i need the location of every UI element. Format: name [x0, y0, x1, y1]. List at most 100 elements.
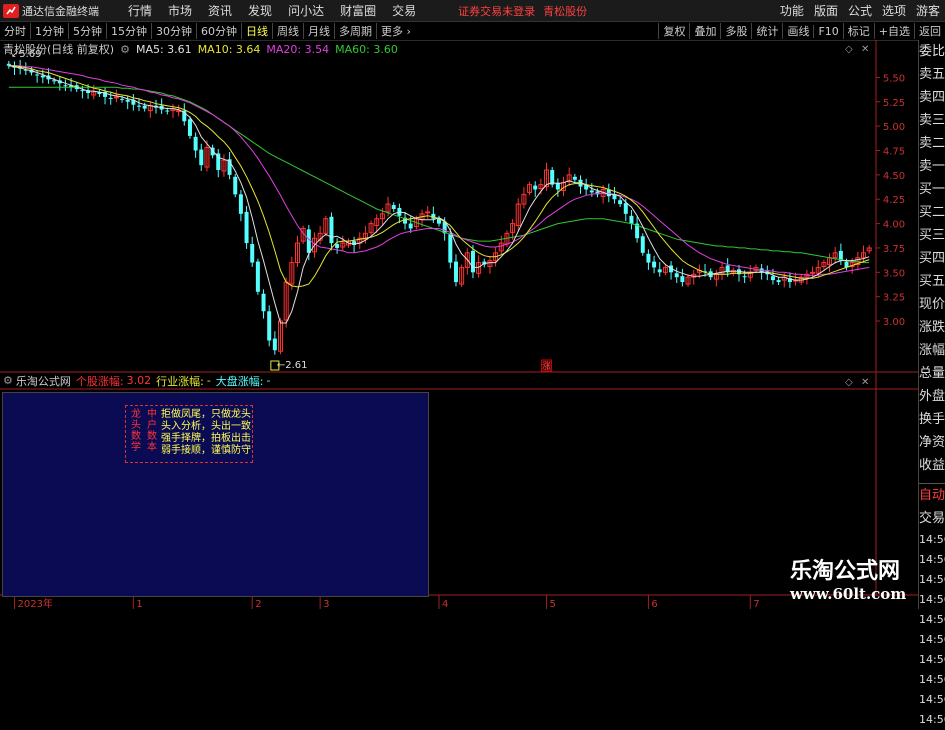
tool-stats-button[interactable]: 统计: [751, 23, 782, 39]
banner-col-a: 龙头 数学: [129, 409, 143, 453]
menu-layout[interactable]: 版面: [809, 2, 843, 19]
quote-field-15: 外盘: [919, 389, 945, 404]
candle-down: [618, 200, 623, 205]
tick-times: 14:56 14:56 14:56 14:56 14:56 14:56 14:56 14:56…: [919, 530, 945, 730]
period-5min[interactable]: 5分钟: [68, 23, 106, 39]
candle-down: [120, 98, 125, 100]
tool-draw-button[interactable]: 画线: [782, 23, 813, 39]
tool-adjust-button[interactable]: 复权: [658, 23, 689, 39]
tick-time-4: 14:56: [919, 613, 945, 626]
banner-line-1: 拒做凤尾，只做龙头: [161, 409, 251, 420]
tick-time-0: 14:56: [919, 533, 945, 546]
quote-field-5: 卖一: [919, 159, 945, 174]
tick-time-7: 14:56: [919, 673, 945, 686]
candle-down: [533, 185, 538, 190]
banner-col-a-1: 龙头: [131, 409, 141, 431]
banner-lines: 拒做凤尾，只做龙头 头入分析，头出一致 强手择牌，拍板出击 弱手接顺，谨慎防守: [161, 409, 251, 457]
tool-back-button[interactable]: 返回: [914, 23, 945, 39]
quote-field-9: 买四: [919, 251, 945, 266]
tool-mark-button[interactable]: 标记: [842, 23, 874, 39]
tab-trade[interactable]: 交易: [919, 507, 945, 530]
quote-field-10: 买五: [919, 274, 945, 289]
candle-up: [810, 271, 816, 274]
ma20-value: MA20: 3.54: [266, 42, 330, 56]
period-15min[interactable]: 15分钟: [106, 23, 151, 39]
candle-down: [640, 236, 645, 253]
y-tick-label: 4.25: [883, 195, 905, 206]
menu-item-discover[interactable]: 发现: [240, 2, 280, 19]
min-price-label: ←2.61: [277, 360, 308, 371]
tick-time-6: 14:56: [919, 653, 945, 666]
y-tick-label: 5.25: [883, 98, 905, 109]
tool-multi-stock-button[interactable]: 多股: [720, 23, 751, 39]
period-60min[interactable]: 60分钟: [196, 23, 241, 39]
menu-item-news[interactable]: 资讯: [200, 2, 240, 19]
menu-formula[interactable]: 公式: [843, 2, 877, 19]
tool-f10-button[interactable]: F10: [813, 24, 842, 38]
gear-icon[interactable]: ⚙: [3, 374, 13, 387]
menu-function[interactable]: 功能: [775, 2, 809, 19]
candle-down: [272, 338, 277, 351]
candle-down: [125, 99, 130, 102]
candle-down: [674, 273, 679, 278]
candle-down: [335, 244, 340, 248]
menu-options[interactable]: 选项: [877, 2, 911, 19]
y-tick-label: 4.00: [883, 220, 905, 231]
x-tick-label: 2023年: [17, 597, 52, 609]
x-tick-label: 4: [442, 599, 448, 609]
chevron-right-icon: ›: [406, 25, 411, 38]
period-1min[interactable]: 1分钟: [30, 23, 68, 39]
sub-chart-name: 乐淘公式网: [15, 374, 71, 388]
period-multi[interactable]: 多周期: [334, 23, 376, 39]
candle-up: [113, 96, 119, 99]
candle-down: [606, 189, 611, 197]
login-notice[interactable]: 证券交易未登录: [458, 3, 535, 19]
period-30min[interactable]: 30分钟: [151, 23, 196, 39]
candle-down: [770, 276, 775, 281]
ma10-line: [8, 65, 870, 288]
menu-item-wealth[interactable]: 财富圈: [332, 2, 384, 19]
ma5-line: [8, 65, 870, 324]
candle-down: [448, 234, 453, 263]
tab-auto[interactable]: 自动: [919, 484, 945, 507]
diamond-icon[interactable]: ◇: [845, 44, 853, 55]
candle-down: [261, 293, 266, 312]
period-intraday[interactable]: 分时: [0, 23, 30, 39]
candle-down: [165, 110, 170, 112]
period-bar: 分时 1分钟 5分钟 15分钟 30分钟 60分钟 日线 周线 月线 多周期 更…: [0, 22, 945, 41]
tick-time-5: 14:56: [919, 633, 945, 646]
watermark-url: www.60lt.com: [790, 585, 907, 603]
candle-down: [267, 311, 272, 341]
quote-field-12: 涨跌: [919, 320, 945, 335]
user-status[interactable]: 游客: [911, 2, 945, 19]
ma20-line: [8, 65, 870, 276]
gear-icon[interactable]: ⚙: [120, 43, 130, 56]
close-icon[interactable]: ✕: [861, 44, 869, 55]
candle-down: [329, 216, 334, 244]
ma60-line: [8, 86, 870, 264]
banner-col-b-2: 数本: [147, 431, 157, 453]
y-tick-label: 3.75: [883, 244, 905, 255]
x-tick-label: 1: [136, 599, 142, 609]
y-tick-label: 4.50: [883, 171, 905, 182]
banner-line-2: 头入分析，头出一致: [161, 421, 251, 432]
menu-item-ask[interactable]: 问小达: [280, 2, 332, 19]
period-daily[interactable]: 日线: [241, 23, 272, 39]
candle-down: [80, 90, 85, 92]
sub-chart-panel: 龙头 数学 中户 数本 拒做凤尾，只做龙头 头入分析，头出一致 强手择牌，拍板出…: [2, 392, 429, 597]
menu-item-quotes[interactable]: 行情: [120, 2, 160, 19]
candle-down: [35, 74, 40, 76]
y-tick-label: 3.00: [883, 317, 905, 328]
tool-add-favorite-button[interactable]: +自选: [873, 23, 914, 39]
quote-field-18: 收益: [919, 458, 945, 473]
period-monthly[interactable]: 月线: [303, 23, 334, 39]
slogan-banner: 龙头 数学 中户 数本 拒做凤尾，只做龙头 头入分析，头出一致 强手择牌，拍板出…: [125, 405, 253, 463]
period-weekly[interactable]: 周线: [272, 23, 303, 39]
candle-down: [453, 261, 458, 283]
y-tick-label: 4.75: [883, 147, 905, 158]
menu-item-trade[interactable]: 交易: [384, 2, 424, 19]
period-more[interactable]: 更多 ›: [376, 23, 415, 39]
menu-item-market[interactable]: 市场: [160, 2, 200, 19]
candle-down: [572, 176, 577, 180]
tool-overlay-button[interactable]: 叠加: [689, 23, 720, 39]
